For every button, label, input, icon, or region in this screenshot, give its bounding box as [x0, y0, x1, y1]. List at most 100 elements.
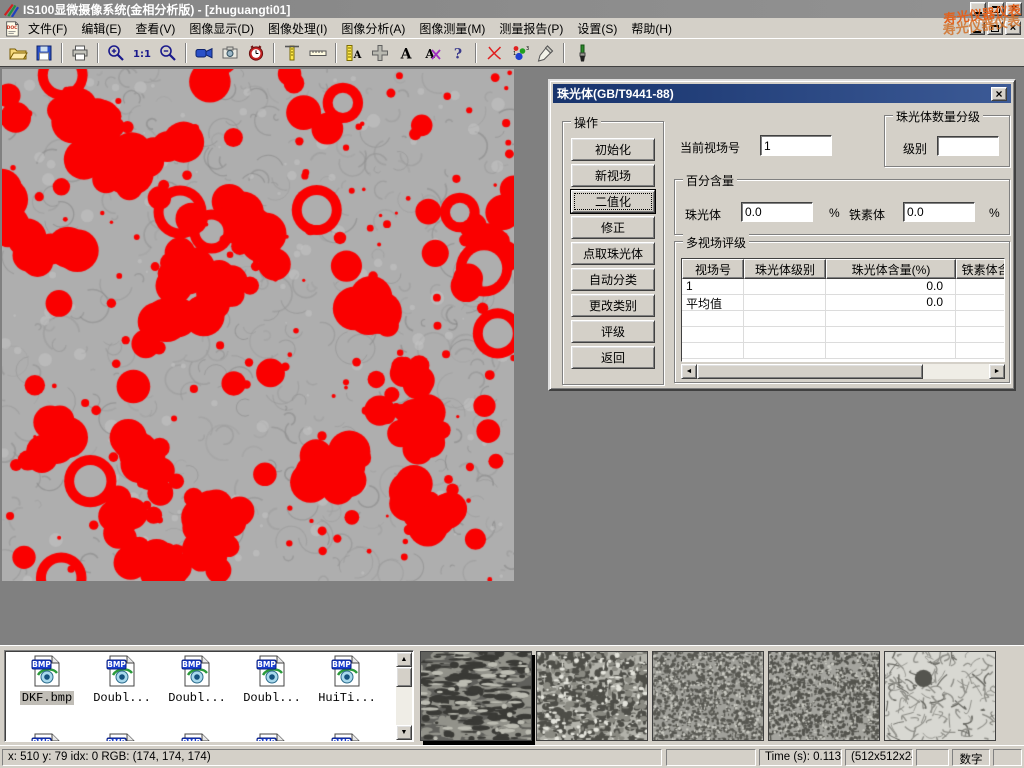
toolbar-save-button[interactable]	[31, 40, 57, 65]
menu-item-2[interactable]: 查看(V)	[128, 20, 182, 38]
current-field-input[interactable]	[760, 135, 832, 156]
new-field-button[interactable]: 新视场	[571, 164, 655, 187]
toolbar-zoom-in-button[interactable]	[103, 40, 129, 65]
bmp-file-icon: BMP	[180, 733, 214, 742]
operations-group-label: 操作	[571, 114, 601, 131]
level-input[interactable]	[937, 136, 999, 156]
table-row-4[interactable]	[682, 343, 1004, 359]
file-item-row2-0[interactable]: BMP	[11, 733, 83, 742]
toolbar-zoom-out-button[interactable]	[155, 40, 181, 65]
vscroll-thumb[interactable]	[396, 667, 412, 687]
table-row-0[interactable]: 10.0	[682, 279, 1004, 295]
file-item-row2-3[interactable]: BMP	[236, 733, 308, 742]
pearlite-percent-input[interactable]	[741, 202, 813, 222]
child-restore-button[interactable]	[987, 21, 1003, 35]
sample-thumbnail-1[interactable]	[536, 651, 648, 741]
table-cell: 0.0	[826, 295, 956, 311]
toolbar-text-button[interactable]: A	[393, 40, 419, 65]
status-panel-empty1	[666, 749, 756, 766]
file-vscrollbar[interactable]: ▲ ▼	[396, 652, 412, 740]
file-name: HuiTi...	[316, 691, 378, 705]
change-class-button[interactable]: 更改类别	[571, 294, 655, 317]
child-close-button[interactable]: ×	[1005, 21, 1021, 35]
toolbar-timer-button[interactable]	[243, 40, 269, 65]
auto-classify-button[interactable]: 自动分类	[571, 268, 655, 291]
return-button[interactable]: 返回	[571, 346, 655, 369]
scroll-right-arrow[interactable]: ►	[989, 364, 1005, 379]
table-cell	[956, 279, 1005, 295]
scroll-left-arrow[interactable]: ◄	[681, 364, 697, 379]
menu-item-7[interactable]: 测量报告(P)	[492, 20, 570, 38]
file-browser: BMPBMPBMPBMPBMPBMPHuiTi...BMPDoubl...BMP…	[4, 650, 414, 742]
file-name: Doubl...	[91, 691, 153, 705]
file-item-4[interactable]: BMPHuiTi...	[311, 655, 383, 705]
table-cell	[956, 327, 1005, 343]
toolbar-open-button[interactable]	[5, 40, 31, 65]
toolbar-ruler-button[interactable]	[305, 40, 331, 65]
table-cell	[682, 327, 744, 343]
file-item-0[interactable]: BMPDKF.bmp	[11, 655, 83, 705]
toolbar-print-button[interactable]	[67, 40, 93, 65]
menu-item-6[interactable]: 图像测量(M)	[412, 20, 492, 38]
correct-button[interactable]: 修正	[571, 216, 655, 239]
file-name: Doubl...	[166, 691, 228, 705]
menu-item-8[interactable]: 设置(S)	[570, 20, 624, 38]
open-icon	[8, 43, 28, 63]
ferrite-percent-input[interactable]	[903, 202, 975, 222]
restore-button[interactable]	[988, 2, 1004, 16]
menu-item-4[interactable]: 图像处理(I)	[261, 20, 334, 38]
toolbar-measure-text-button[interactable]: A	[341, 40, 367, 65]
rate-button[interactable]: 评级	[571, 320, 655, 343]
file-item-row2-2[interactable]: BMP	[161, 733, 233, 742]
text-icon: A	[396, 43, 416, 63]
table-row-1[interactable]: 平均值0.0	[682, 295, 1004, 311]
scroll-up-arrow[interactable]: ▲	[396, 652, 412, 667]
minimize-button[interactable]	[970, 2, 986, 16]
file-item-1[interactable]: BMPDoubl...	[86, 655, 158, 705]
dialog-close-button[interactable]: ×	[991, 87, 1007, 101]
child-minimize-button[interactable]	[969, 21, 985, 35]
table-row-3[interactable]	[682, 327, 1004, 343]
hscroll-thumb[interactable]	[697, 364, 923, 379]
sample-thumbnail-4[interactable]	[884, 651, 996, 741]
initialize-button[interactable]: 初始化	[571, 138, 655, 161]
file-item-row2-4[interactable]: BMP	[311, 733, 383, 742]
sample-thumbnail-2[interactable]	[652, 651, 764, 741]
sample-thumbnail-3[interactable]	[768, 651, 880, 741]
file-item-3[interactable]: BMPDoubl...	[236, 655, 308, 705]
menu-item-0[interactable]: 文件(F)	[21, 20, 74, 38]
current-field-label: 当前视场号	[680, 139, 740, 156]
image-dimensions-readout: (512x512x24)	[845, 749, 913, 766]
pick-pearlite-button[interactable]: 点取珠光体	[571, 242, 655, 265]
close-button[interactable]: ×	[1006, 2, 1022, 16]
rating-group: 多视场评级 视场号珠光体级别珠光体含量(%)铁素体含量(%) 10.0平均值0.…	[674, 241, 1010, 383]
toolbar-help-button[interactable]: ?	[445, 40, 471, 65]
toolbar-caliper-button[interactable]	[279, 40, 305, 65]
document-icon[interactable]: DOC	[3, 19, 21, 37]
metallograph-image[interactable]	[2, 69, 514, 581]
menu-item-9[interactable]: 帮助(H)	[624, 20, 679, 38]
svg-text:?: ?	[454, 46, 462, 62]
table-cell	[682, 311, 744, 327]
binarize-button[interactable]: 二值化	[571, 190, 655, 213]
menu-item-3[interactable]: 图像显示(D)	[182, 20, 261, 38]
sample-thumbnail-0[interactable]	[420, 651, 532, 741]
toolbar-video-camera-button[interactable]	[191, 40, 217, 65]
toolbar-calibration-curve-button[interactable]	[481, 40, 507, 65]
table-hscrollbar[interactable]: ◄ ►	[681, 364, 1005, 379]
toolbar-class-dots-button[interactable]: 13	[507, 40, 533, 65]
menu-item-5[interactable]: 图像分析(A)	[334, 20, 412, 38]
toolbar-move-button[interactable]	[367, 40, 393, 65]
scroll-down-arrow[interactable]: ▼	[396, 725, 412, 740]
toolbar-pointer-pen-button[interactable]	[533, 40, 559, 65]
toolbar-camera-button[interactable]	[217, 40, 243, 65]
table-row-2[interactable]	[682, 311, 1004, 327]
dialog-title-bar[interactable]: 珠光体(GB/T9441-88) ×	[553, 84, 1011, 103]
toolbar-text-delete-button[interactable]: A	[419, 40, 445, 65]
file-item-row2-1[interactable]: BMP	[86, 733, 158, 742]
menu-item-1[interactable]: 编辑(E)	[74, 20, 128, 38]
file-item-2[interactable]: BMPDoubl...	[161, 655, 233, 705]
toolbar-brush-button[interactable]	[569, 40, 595, 65]
svg-text:BMP: BMP	[257, 660, 276, 669]
toolbar-actual-size-button[interactable]: 1:1	[129, 40, 155, 65]
